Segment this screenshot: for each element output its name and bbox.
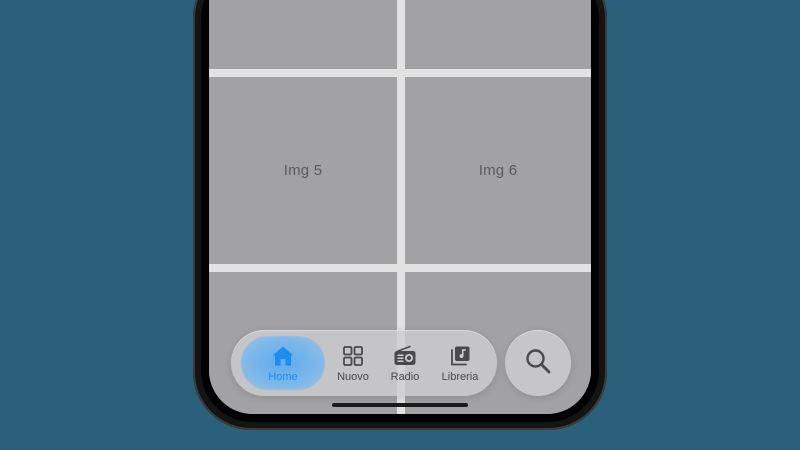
tab-nuovo[interactable]: Nuovo <box>327 330 379 396</box>
tab-home-label: Home <box>268 371 298 383</box>
image-tile[interactable]: Img 6 <box>405 77 591 264</box>
image-tile[interactable] <box>209 0 397 69</box>
grid-icon <box>340 343 366 369</box>
search-button[interactable] <box>505 330 571 396</box>
image-tile[interactable]: Img 5 <box>209 77 397 264</box>
house-icon <box>270 343 296 369</box>
tab-bar: Home Nuovo Radio Libreria <box>231 330 497 396</box>
image-tile[interactable] <box>405 0 591 69</box>
tab-radio-label: Radio <box>390 371 420 383</box>
image-tile-label: Img 6 <box>478 162 518 179</box>
tab-libreria-label: Libreria <box>441 371 479 383</box>
image-tile-label: Img 5 <box>283 162 323 179</box>
home-indicator[interactable] <box>332 403 468 407</box>
search-icon <box>524 347 552 380</box>
tab-home[interactable]: Home <box>237 330 329 396</box>
radio-icon <box>392 343 418 369</box>
tab-radio[interactable]: Radio <box>379 330 431 396</box>
tab-nuovo-label: Nuovo <box>337 371 369 383</box>
music-library-icon <box>447 343 473 369</box>
tab-libreria[interactable]: Libreria <box>431 330 489 396</box>
